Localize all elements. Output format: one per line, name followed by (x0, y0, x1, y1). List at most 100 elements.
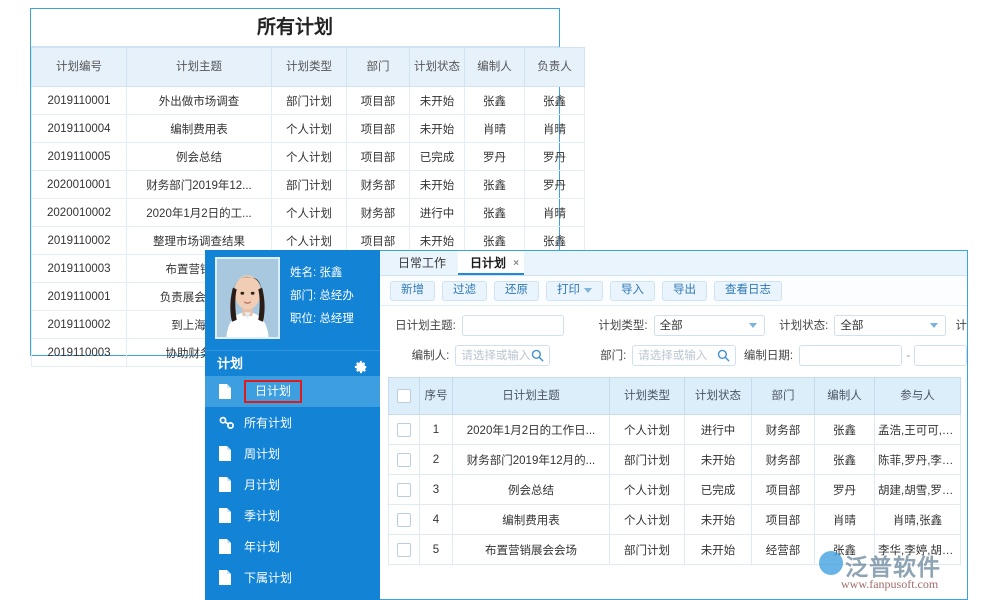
cell-plan-owner: 肖晴 (525, 115, 585, 143)
file-icon (219, 508, 238, 524)
tab-daily-plan[interactable]: 日计划 × (458, 251, 524, 275)
all-plans-header-row: 计划编号 计划主题 计划类型 部门 计划状态 编制人 负责人 (32, 48, 585, 87)
cell-plan-no: 2019110001 (32, 283, 127, 311)
col-plan-type: 计划类型 (272, 48, 347, 87)
date-from-input[interactable] (799, 345, 902, 366)
import-button[interactable]: 导入 (610, 281, 655, 301)
col-plan-maker: 编制人 (465, 48, 525, 87)
sidebar-header: 计划 (205, 350, 380, 376)
table-row[interactable]: 1 2020年1月2日的工作日... 个人计划 进行中 财务部 张鑫 孟浩,王可… (389, 415, 961, 445)
row-checkbox[interactable] (397, 543, 411, 557)
col-topic: 日计划主题 (453, 378, 610, 415)
cell-type: 部门计划 (610, 445, 685, 475)
state-select[interactable]: 全部 (834, 315, 946, 336)
content-area: 日常工作 日计划 × 新增 过滤 还原 打印 导入 导出 查看日志 日计划主题:… (380, 250, 968, 600)
cell-state: 未开始 (685, 535, 752, 565)
file-icon (219, 384, 238, 400)
restore-button[interactable]: 还原 (494, 281, 539, 301)
cell-plan-type: 部门计划 (272, 171, 347, 199)
btn-label: 还原 (505, 281, 528, 300)
row-checkbox[interactable] (397, 453, 411, 467)
cell-plan-type: 部门计划 (272, 87, 347, 115)
tab-daily-work[interactable]: 日常工作 (386, 251, 458, 275)
cell-plan-type: 个人计划 (272, 199, 347, 227)
cell-plan-owner: 肖晴 (525, 199, 585, 227)
row-checkbox-cell[interactable] (389, 475, 420, 505)
cell-plan-topic: 外出做市场调查 (127, 87, 272, 115)
row-checkbox-cell[interactable] (389, 445, 420, 475)
sidebar-item-subordinate-plan[interactable]: 下属计划 (205, 562, 380, 593)
row-checkbox[interactable] (397, 423, 411, 437)
col-dept: 部门 (752, 378, 815, 415)
print-button[interactable]: 打印 (546, 281, 603, 301)
type-select[interactable]: 全部 (654, 315, 766, 336)
sidebar-menu: 日计划 所有计划 周计划 月计划 季计划 年计划 (205, 376, 380, 593)
link-icon (219, 415, 238, 431)
sidebar-item-all-plans[interactable]: 所有计划 (205, 407, 380, 438)
cell-plan-maker: 张鑫 (465, 199, 525, 227)
table-row[interactable]: 2019110004编制费用表个人计划项目部未开始肖晴肖晴 (32, 115, 585, 143)
row-checkbox[interactable] (397, 483, 411, 497)
select-all-header[interactable] (389, 378, 420, 415)
profile-dept: 部门: 总经办 (290, 285, 354, 308)
cell-participants: 肖晴,张鑫 (875, 505, 961, 535)
table-row[interactable]: 3 例会总结 个人计划 已完成 项目部 罗丹 胡建,胡雪,罗丹,任晓... (389, 475, 961, 505)
search-icon[interactable] (717, 349, 730, 365)
extra-label: 计 (952, 317, 967, 333)
cell-plan-dept: 项目部 (347, 87, 410, 115)
cell-dept: 财务部 (752, 415, 815, 445)
close-icon[interactable]: × (513, 252, 519, 276)
btn-label: 打印 (557, 281, 580, 300)
table-row[interactable]: 2019110005例会总结个人计划项目部已完成罗丹罗丹 (32, 143, 585, 171)
table-row[interactable]: 4 编制费用表 个人计划 未开始 项目部 肖晴 肖晴,张鑫 (389, 505, 961, 535)
cell-state: 未开始 (685, 505, 752, 535)
cell-topic[interactable]: 2020年1月2日的工作日... (453, 415, 610, 445)
cell-plan-topic: 例会总结 (127, 143, 272, 171)
cell-topic[interactable]: 编制费用表 (453, 505, 610, 535)
maker-placeholder: 请选择或输入 (461, 347, 530, 363)
cell-topic[interactable]: 例会总结 (453, 475, 610, 505)
sidebar-item-label: 下属计划 (244, 570, 292, 586)
table-row[interactable]: 2020010001财务部门2019年12...部门计划财务部未开始张鑫罗丹 (32, 171, 585, 199)
cell-index: 2 (420, 445, 453, 475)
table-row[interactable]: 2019110001外出做市场调查部门计划项目部未开始张鑫张鑫 (32, 87, 585, 115)
export-button[interactable]: 导出 (662, 281, 707, 301)
row-checkbox[interactable] (397, 513, 411, 527)
cell-plan-no: 2020010002 (32, 199, 127, 227)
table-row[interactable]: 2 财务部门2019年12月的... 部门计划 未开始 财务部 张鑫 陈菲,罗丹… (389, 445, 961, 475)
col-maker: 编制人 (815, 378, 875, 415)
table-row[interactable]: 20200100022020年1月2日的工...个人计划财务部进行中张鑫肖晴 (32, 199, 585, 227)
sidebar-item-daily-plan[interactable]: 日计划 (205, 376, 380, 407)
col-plan-owner: 负责人 (525, 48, 585, 87)
sidebar-item-monthly-plan[interactable]: 月计划 (205, 469, 380, 500)
search-icon[interactable] (531, 349, 544, 365)
cell-plan-dept: 财务部 (347, 199, 410, 227)
dept-input[interactable]: 请选择或输入 (632, 345, 735, 366)
gear-icon[interactable] (354, 357, 368, 371)
add-button[interactable]: 新增 (390, 281, 435, 301)
row-checkbox-cell[interactable] (389, 505, 420, 535)
select-all-checkbox[interactable] (397, 389, 411, 403)
table-row[interactable]: 5 布置营销展会会场 部门计划 未开始 经营部 张鑫 李华,李婷,胡建,朱浩然 (389, 535, 961, 565)
cell-topic[interactable]: 财务部门2019年12月的... (453, 445, 610, 475)
cell-index: 1 (420, 415, 453, 445)
row-checkbox-cell[interactable] (389, 415, 420, 445)
date-to-input[interactable] (914, 345, 967, 366)
cell-topic[interactable]: 布置营销展会会场 (453, 535, 610, 565)
row-checkbox-cell[interactable] (389, 535, 420, 565)
state-label: 计划状态: (765, 317, 828, 333)
col-index: 序号 (420, 378, 453, 415)
col-participants: 参与人 (875, 378, 961, 415)
filter-button[interactable]: 过滤 (442, 281, 487, 301)
chevron-down-icon (930, 323, 938, 328)
btn-label: 导入 (621, 281, 644, 300)
sidebar-item-yearly-plan[interactable]: 年计划 (205, 531, 380, 562)
sidebar-item-quarterly-plan[interactable]: 季计划 (205, 500, 380, 531)
sidebar-item-weekly-plan[interactable]: 周计划 (205, 438, 380, 469)
maker-input[interactable]: 请选择或输入 (455, 345, 550, 366)
daily-plan-window: 姓名: 张鑫 部门: 总经办 职位: 总经理 计划 日计划 所有计划 (205, 250, 968, 600)
cell-plan-state: 未开始 (410, 115, 465, 143)
topic-input[interactable] (462, 315, 565, 336)
cell-type: 个人计划 (610, 415, 685, 445)
view-log-button[interactable]: 查看日志 (714, 281, 782, 301)
